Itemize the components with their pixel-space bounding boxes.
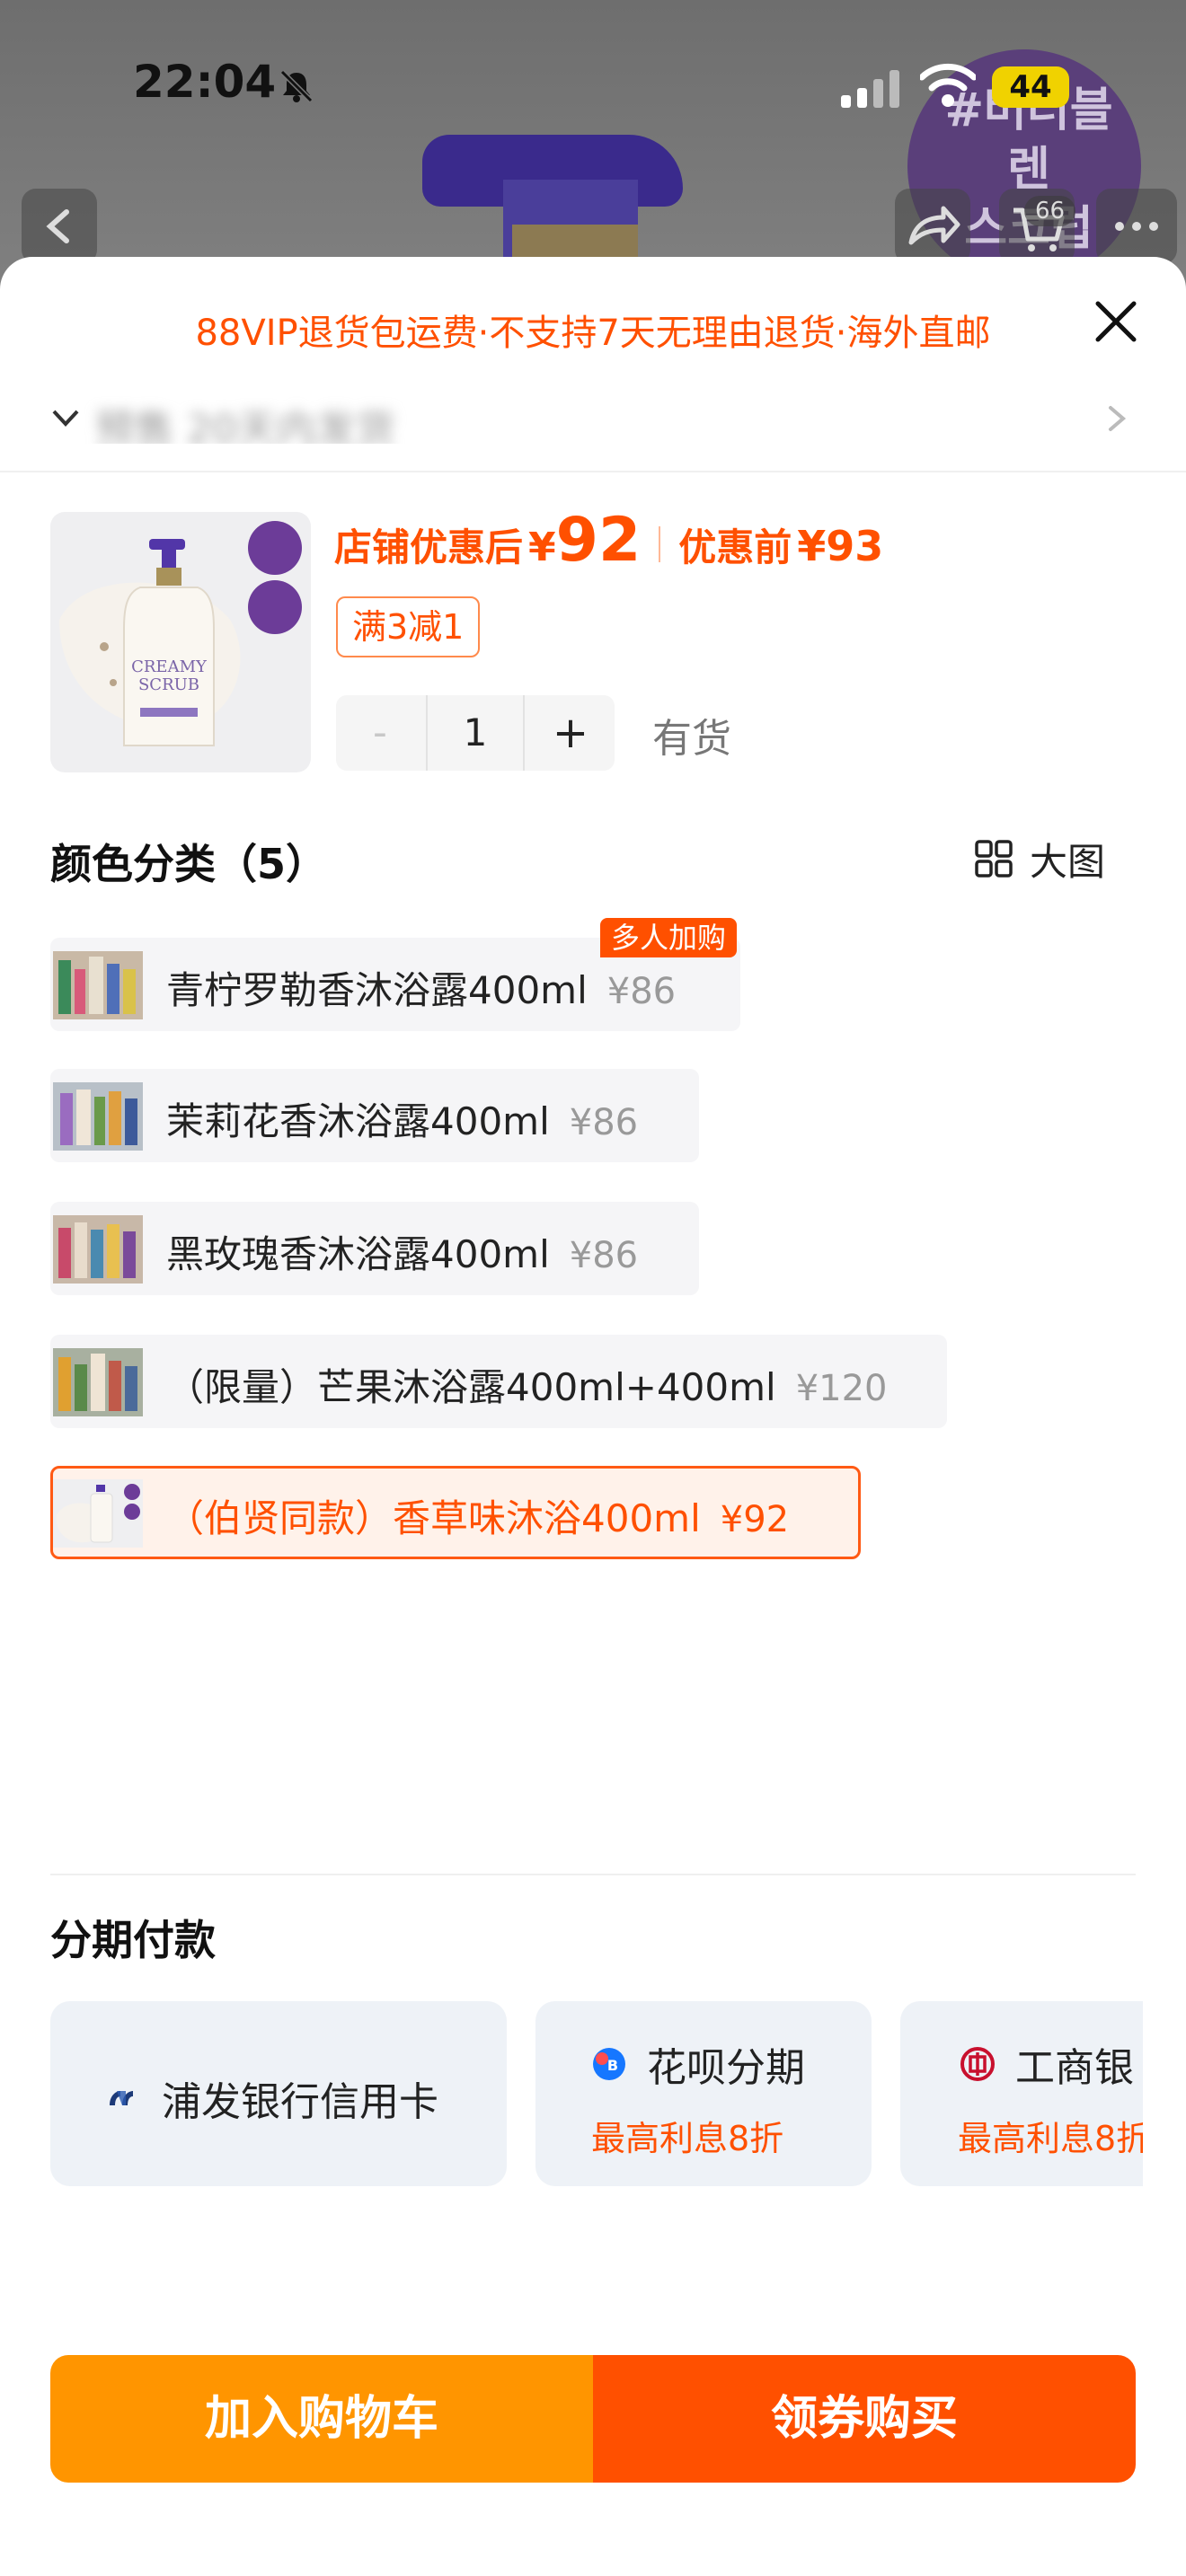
sku-price: ¥120: [795, 1368, 888, 1409]
card-subtitle: 最高利息8折: [958, 2119, 1143, 2158]
sku-label: 青柠罗勒香沐浴露400ml ¥86: [166, 968, 677, 1012]
sku-thumbnail: [53, 1082, 143, 1151]
service-notice: 88VIP退货包运费·不支持7天无理由退货·海外直邮: [195, 313, 991, 354]
sku-label: 黑玫瑰香沐浴露400ml ¥86: [166, 1232, 639, 1276]
share-icon: [908, 206, 960, 245]
shipping-address-row[interactable]: 预售 20天内发货: [50, 390, 1093, 444]
stock-status: 有货: [652, 716, 731, 762]
price-row: 店铺优惠后 ¥92 优惠前 ¥93: [334, 505, 1143, 586]
background-page: #버터블렌 스크럽 워시 22:04 44 66: [0, 0, 1186, 287]
card-header: B 花呗分期: [589, 2035, 805, 2093]
installment-option-spdb[interactable]: 浦发银行信用卡: [50, 2001, 507, 2186]
product-bottle-image: CREAMY SCRUB: [59, 521, 302, 746]
card-title: 花呗分期: [647, 2045, 805, 2091]
buy-button[interactable]: 领券购买: [593, 2355, 1136, 2483]
card-subtitle: 最高利息8折: [591, 2119, 784, 2158]
price-before-value: ¥93: [797, 522, 884, 570]
chevron-right-icon[interactable]: [1103, 401, 1130, 437]
cart-count-badge: 66: [1024, 196, 1076, 226]
sku-option[interactable]: 黑玫瑰香沐浴露400ml ¥86: [50, 1202, 699, 1295]
sku-thumbnail: [53, 1215, 143, 1284]
quantity-stepper: - 1 +: [336, 695, 615, 771]
price-before-label: 优惠前: [678, 525, 792, 569]
card-header: 工商银: [958, 2035, 1134, 2093]
card-title: 浦发银行信用卡: [162, 2079, 438, 2125]
more-icon: [1115, 222, 1158, 231]
shipping-address-text: 预售 20天内发货: [95, 407, 395, 444]
spdb-bank-icon: [110, 2091, 133, 2105]
sku-thumbnail: [53, 951, 143, 1019]
installment-section-title: 分期付款: [50, 1916, 216, 1964]
promo-tag: 满3减1: [336, 596, 481, 657]
sku-option[interactable]: （限量）芒果沐浴露400ml+400ml ¥120: [50, 1335, 947, 1428]
decrease-button[interactable]: -: [336, 695, 424, 771]
sku-price: ¥86: [569, 1102, 639, 1143]
installment-option-huabei[interactable]: B 花呗分期 最高利息8折: [535, 2001, 872, 2186]
signal-icon: [841, 70, 899, 108]
sku-thumbnail: [53, 1479, 143, 1548]
popular-badge: 多人加购: [600, 918, 738, 957]
back-button[interactable]: [22, 189, 97, 264]
divider: [50, 1874, 1136, 1875]
increase-button[interactable]: +: [527, 695, 615, 771]
big-image-toggle[interactable]: 大图: [974, 832, 1105, 886]
color-section-title: 颜色分类（5）: [50, 840, 328, 888]
battery-indicator: 44: [992, 66, 1069, 108]
sku-price: ¥92: [720, 1499, 790, 1540]
location-pin-icon: [52, 410, 79, 427]
svg-text:SCRUB: SCRUB: [138, 675, 199, 694]
sku-label: （限量）芒果沐浴露400ml+400ml ¥120: [166, 1365, 888, 1409]
more-button[interactable]: [1096, 189, 1177, 264]
sku-label: （伯贤同款）香草味沐浴400ml ¥92: [166, 1496, 790, 1540]
huabei-icon: B: [593, 2048, 625, 2080]
quantity-value[interactable]: 1: [426, 695, 525, 771]
status-time: 22:04: [133, 56, 277, 108]
price-separator: [659, 526, 661, 562]
sku-sheet: 88VIP退货包运费·不支持7天无理由退货·海外直邮 预售 20天内发货 CRE…: [0, 257, 1186, 2576]
sku-price: ¥86: [569, 1235, 639, 1276]
price-after-label: 店铺优惠后: [334, 525, 524, 569]
grid-icon: [975, 840, 1013, 878]
big-image-label: 大图: [1030, 839, 1106, 884]
price-after-value: 92: [555, 505, 642, 576]
sku-thumbnail: [53, 1348, 143, 1416]
action-bar: 加入购物车 领券购买: [50, 2355, 1136, 2483]
bell-slash-icon: [279, 69, 314, 103]
price-currency: ¥: [528, 525, 556, 570]
svg-text:CREAMY: CREAMY: [131, 657, 208, 676]
installment-option-icbc[interactable]: 工商银 最高利息8折: [900, 2001, 1143, 2186]
sku-label: 茉莉花香沐浴露400ml ¥86: [166, 1099, 639, 1143]
sku-option-selected[interactable]: （伯贤同款）香草味沐浴400ml ¥92: [50, 1466, 861, 1559]
icbc-icon: [960, 2047, 995, 2081]
add-to-cart-button[interactable]: 加入购物车: [50, 2355, 593, 2483]
share-button[interactable]: [895, 189, 970, 264]
close-icon[interactable]: [1087, 293, 1145, 350]
sku-option[interactable]: 茉莉花香沐浴露400ml ¥86: [50, 1069, 699, 1162]
wifi-icon: [920, 63, 976, 107]
divider: [0, 471, 1186, 472]
card-header: 浦发银行信用卡: [104, 2069, 438, 2127]
svg-text:B: B: [607, 2057, 618, 2074]
back-arrow-icon: [46, 209, 69, 243]
product-thumbnail[interactable]: CREAMY SCRUB: [50, 512, 311, 772]
card-title: 工商银: [1015, 2045, 1134, 2091]
sku-price: ¥86: [606, 971, 677, 1012]
